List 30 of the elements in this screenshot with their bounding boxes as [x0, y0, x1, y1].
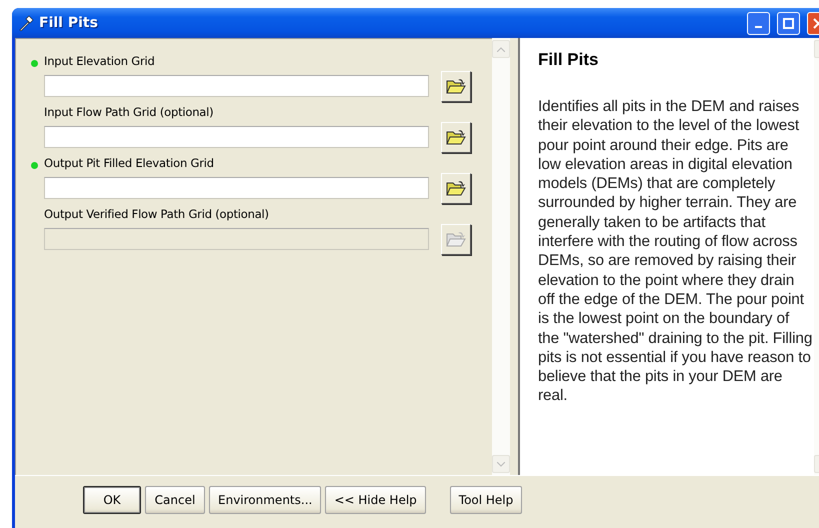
maximize-icon: [783, 18, 794, 28]
folder-icon: [446, 179, 466, 197]
help-text: Identifies all pits in the DEM and raises their elevation to the level of the lowest pour point around their edge. Pits are low elevation areas in digital elevation models (DEMs) that are completely surrounded by higher terrain. They are generally taken to be artifacts that interfere with the routing of flow across DEMs, so are removed by raising their elevation to the point where they drain off the edge of the DEM. The pour point is the lowest point on the boundary of the "watershed" draining to the pit. Filling pits is not essential if you have reason to believe that the pits in your DEM are real.: [538, 97, 814, 406]
maximize-button[interactable]: [777, 12, 800, 34]
browse-button[interactable]: [441, 122, 471, 152]
parameter-label: Output Verified Flow Path Grid (optional): [44, 207, 269, 221]
hammer-icon: [18, 15, 34, 31]
folder-icon: [446, 230, 466, 248]
dialog-button[interactable]: Tool Help: [450, 486, 522, 514]
browse-button[interactable]: [441, 172, 471, 204]
parameter-label: Input Flow Path Grid (optional): [44, 105, 214, 119]
folder-icon: [446, 77, 466, 95]
parameter-label: Input Elevation Grid: [44, 54, 155, 68]
parameter-label: Output Pit Filled Elevation Grid: [44, 156, 214, 170]
scrollbar[interactable]: [492, 38, 510, 475]
minimize-button[interactable]: [747, 12, 770, 34]
window-title: Fill Pits: [39, 15, 99, 31]
folder-icon: [446, 128, 466, 146]
dialog-button[interactable]: Cancel: [145, 486, 205, 514]
scroll-down-icon: [497, 462, 506, 466]
help-title: Fill Pits: [538, 50, 600, 70]
minimize-icon: [755, 26, 762, 28]
dialog-button[interactable]: << Hide Help: [325, 486, 426, 514]
dialog-button[interactable]: Environments...: [209, 486, 322, 514]
browse-button[interactable]: [441, 70, 471, 102]
input-field[interactable]: [44, 126, 429, 148]
dialog-button[interactable]: OK: [83, 486, 141, 514]
input-field[interactable]: [44, 75, 429, 97]
scroll-up-icon: [497, 46, 506, 52]
input-field[interactable]: [44, 177, 429, 199]
